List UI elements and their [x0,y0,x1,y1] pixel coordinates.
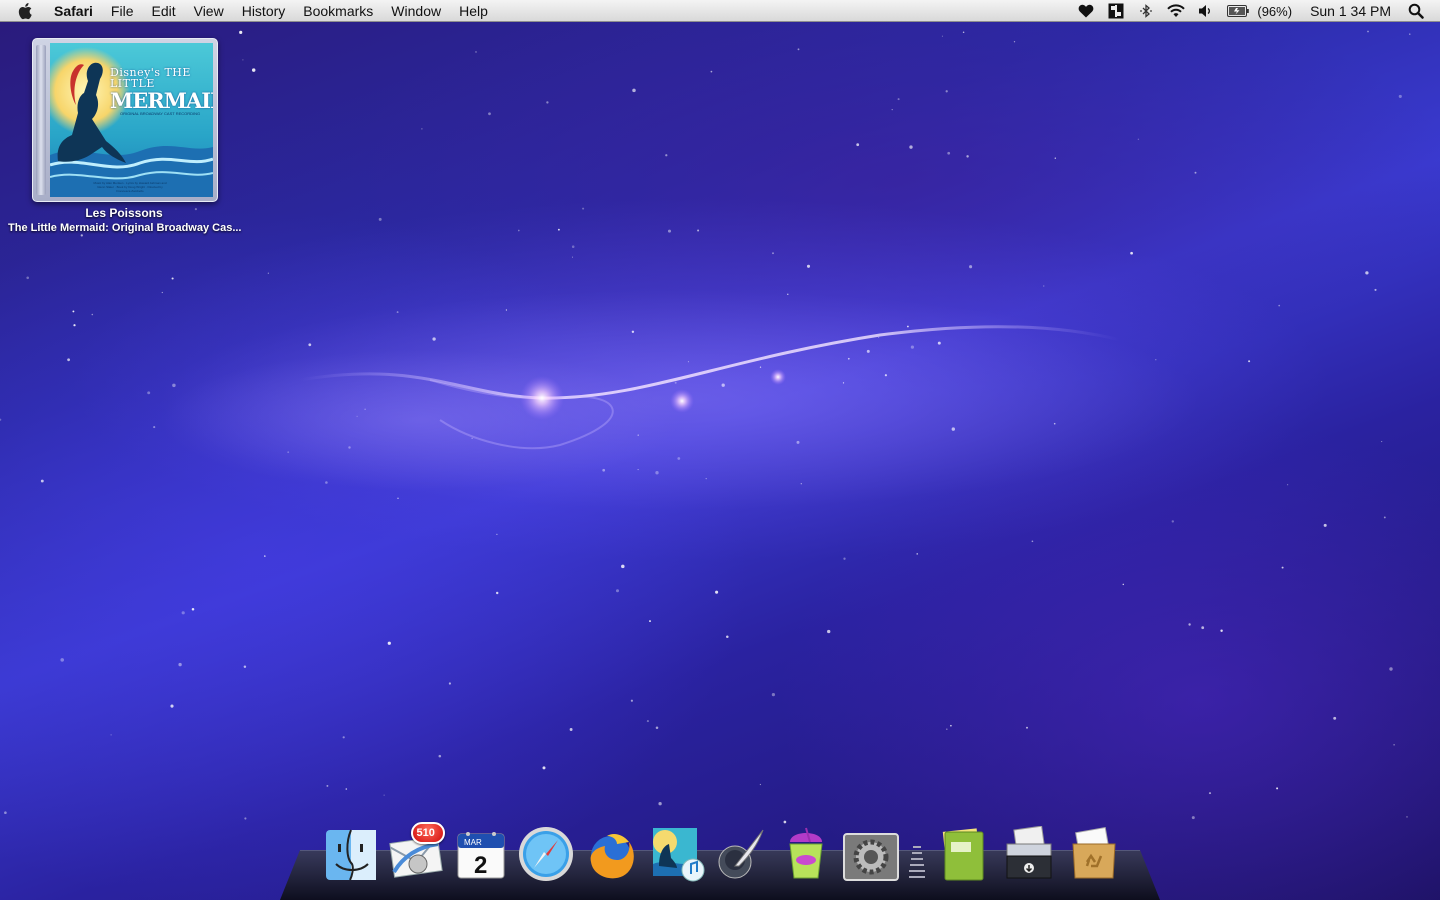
spotlight-icon[interactable] [1406,1,1426,21]
calendar-month: MAR [464,838,482,847]
cd-case[interactable]: Disney's THE LITTLE MERMAID ORIGINAL BRO… [32,38,218,202]
track-title: Les Poissons [85,206,163,220]
safari-compass-icon [518,827,573,881]
cover-big-title: MERMAID [110,88,213,113]
cd-case-spine [36,45,46,195]
calendar-icon: MAR 2 [457,832,504,879]
bluetooth-icon[interactable] [1136,1,1156,21]
dock-separator [907,832,927,882]
cover-title: Disney's THE LITTLE MERMAID [110,67,213,111]
itunes-icon [652,828,704,882]
dock-finder[interactable] [322,820,380,882]
dock-documents-stack[interactable] [935,820,993,882]
mail-unread-badge: 510 [410,822,445,844]
wifi-icon[interactable] [1166,1,1186,21]
firefox-icon [590,834,634,879]
dock: 510 MAR 2 [318,818,1126,882]
menu-edit[interactable]: Edit [142,0,184,22]
dock-script-editor[interactable] [712,820,770,882]
cover-subtitle: ORIGINAL BROADWAY CAST RECORDING [120,111,201,116]
battery-percent[interactable]: (96%) [1257,4,1292,19]
menu-window[interactable]: Window [382,0,450,22]
menu-help[interactable]: Help [450,0,497,22]
slurpee-icon [788,827,823,879]
now-playing-widget[interactable]: Disney's THE LITTLE MERMAID ORIGINAL BRO… [8,38,242,234]
menu-app-name[interactable]: Safari [45,0,102,22]
folder-icon [942,828,983,881]
apple-menu-icon[interactable] [17,2,35,20]
menu-file[interactable]: File [102,0,143,22]
menu-view[interactable]: View [185,0,233,22]
dock-downloads-stack[interactable] [1000,820,1058,882]
finder-icon [325,829,376,881]
dock-slurpee[interactable] [777,820,835,882]
menu-clock[interactable]: Sun 1 34 PM [1310,3,1391,19]
quill-icon [718,829,763,879]
dock-firefox[interactable] [582,820,640,882]
menu-bar: Safari File Edit View History Bookmarks … [0,0,1440,22]
downloads-tray-icon [1006,826,1051,879]
calendar-day: 2 [474,852,487,879]
menu-bookmarks[interactable]: Bookmarks [294,0,382,22]
volume-icon[interactable] [1196,1,1216,21]
recycle-box-icon [1071,826,1116,879]
album-cover: Disney's THE LITTLE MERMAID ORIGINAL BRO… [50,43,213,197]
dock-mail[interactable]: 510 [387,820,445,882]
dock-ical[interactable]: MAR 2 [452,820,510,882]
menu-history[interactable]: History [233,0,295,22]
dock-safari[interactable] [517,820,575,882]
dock-system-preferences[interactable] [842,820,900,882]
desktop: Safari File Edit View History Bookmarks … [0,0,1440,900]
dock-itunes[interactable] [647,820,705,882]
app-status-icon[interactable] [1106,1,1126,21]
gear-icon [842,833,899,881]
heart-icon[interactable] [1076,1,1096,21]
battery-icon[interactable] [1226,1,1250,21]
cover-small-title: Disney's THE LITTLE [110,66,191,90]
cover-credits: Music by Alan Menken · Lyrics by Howard … [93,181,167,193]
album-name: The Little Mermaid: Original Broadway Ca… [8,222,242,234]
dock-trash[interactable] [1065,820,1123,882]
